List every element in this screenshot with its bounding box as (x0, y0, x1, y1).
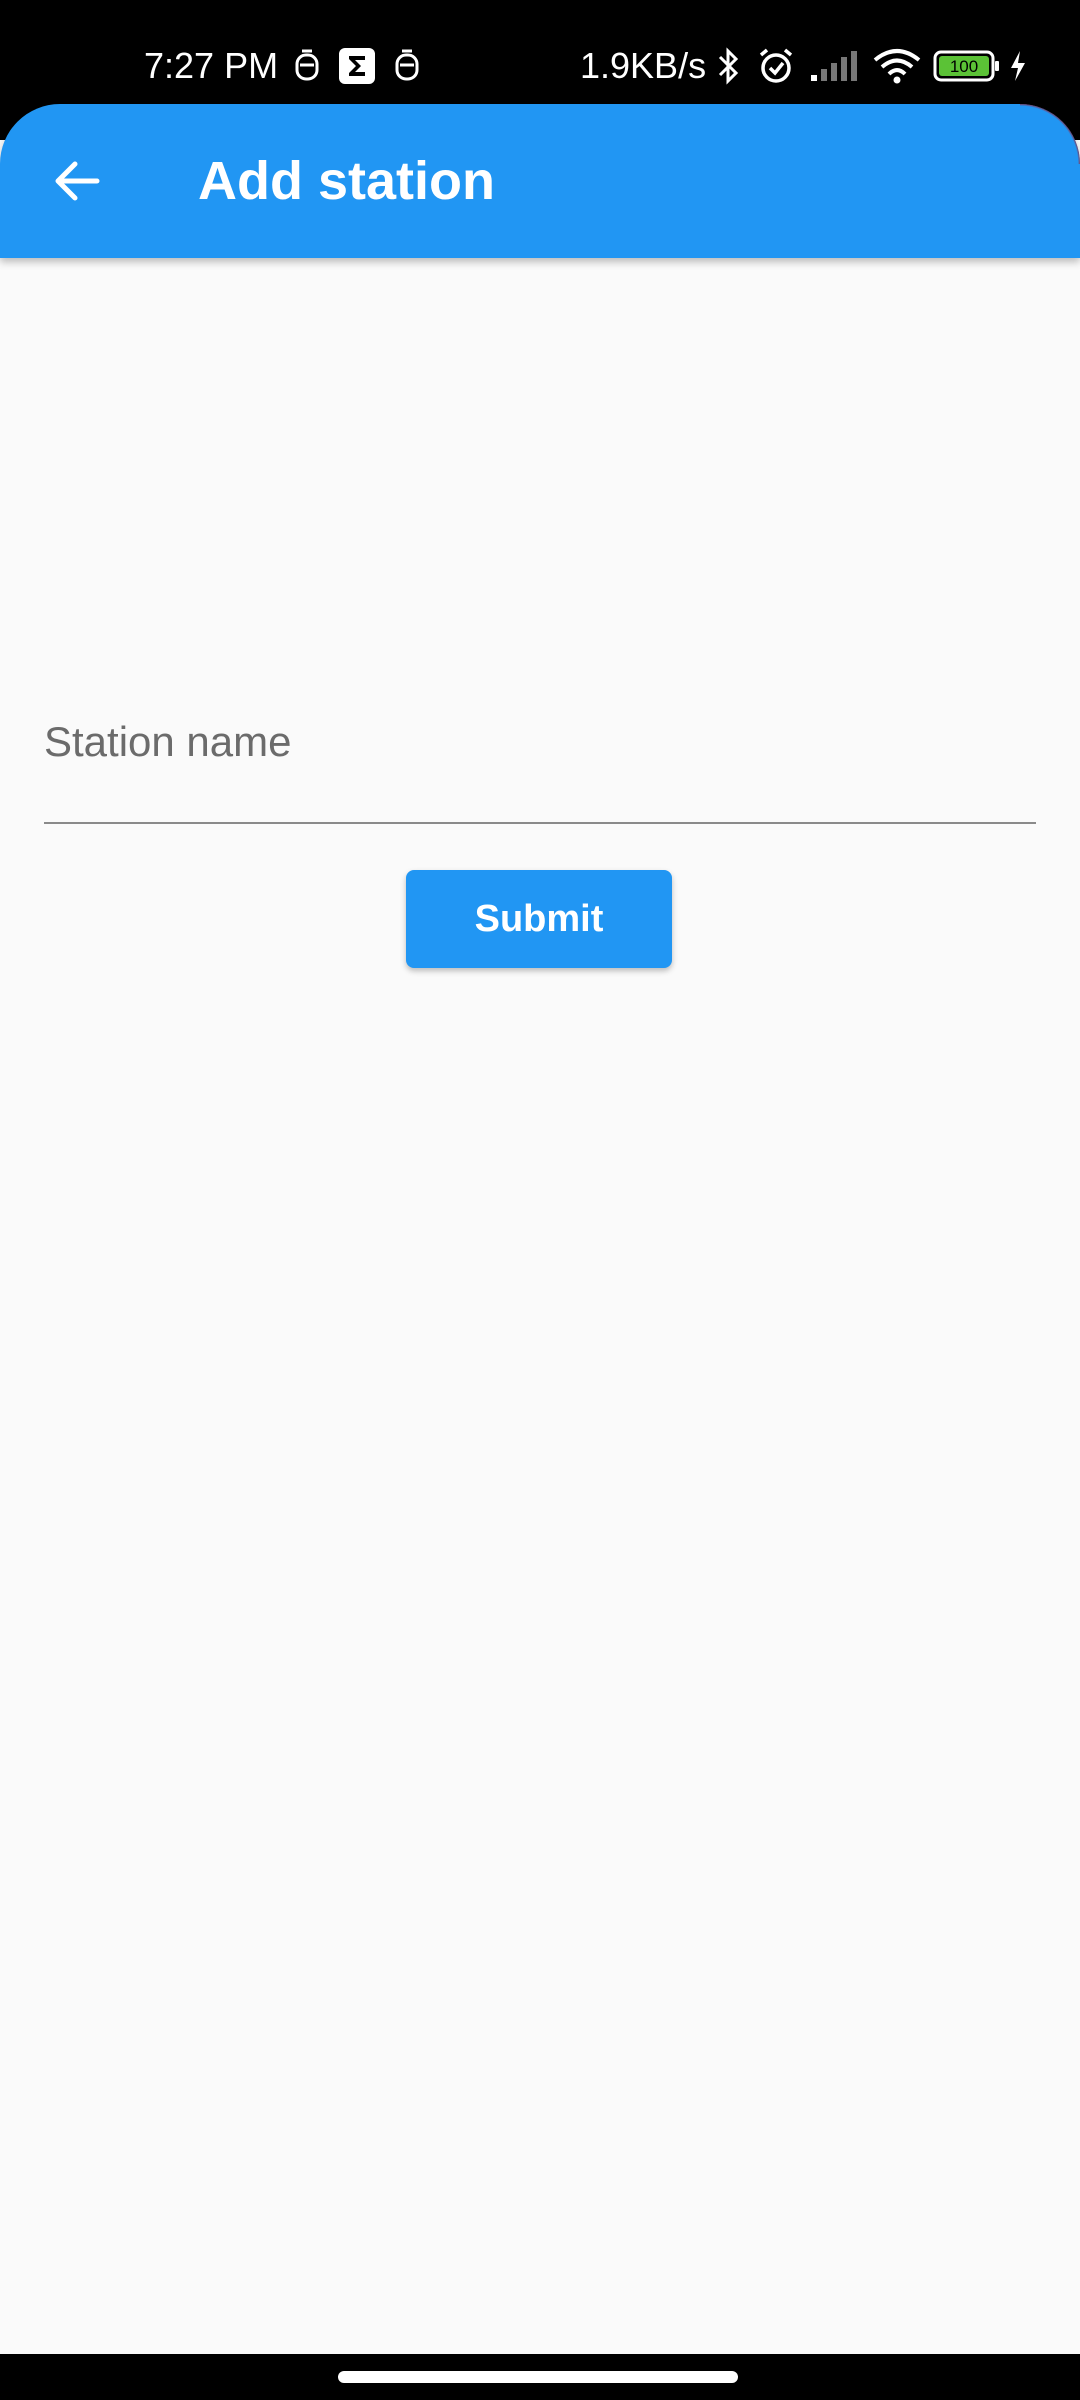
arrow-back-icon (55, 161, 100, 201)
charging-icon (1006, 46, 1030, 86)
network-speed: 1.9KB/s (580, 45, 707, 86)
app-bar: Add station (0, 104, 1080, 258)
wifi-icon (872, 46, 922, 86)
screen: 7:27 PM 1.9KB/s 100 Add station Station … (0, 0, 1080, 2400)
bluetooth-icon (714, 46, 744, 86)
signal-icon (808, 46, 860, 86)
input-underline (44, 822, 1036, 824)
notification-icon (392, 46, 422, 86)
station-name-field[interactable] (44, 700, 1036, 826)
back-button[interactable] (40, 144, 114, 218)
sigma-app-icon (338, 46, 376, 86)
notification-icon (292, 46, 322, 86)
status-time: 7:27 PM (144, 45, 279, 86)
battery-level: 100 (950, 57, 978, 76)
station-name-input[interactable] (44, 700, 1036, 784)
page-title: Add station (198, 151, 495, 211)
battery-icon: 100 (932, 46, 1002, 86)
navigation-bar (0, 2354, 1080, 2400)
alarm-icon (756, 46, 796, 86)
submit-button[interactable]: Submit (406, 870, 672, 968)
home-indicator[interactable] (338, 2371, 738, 2383)
